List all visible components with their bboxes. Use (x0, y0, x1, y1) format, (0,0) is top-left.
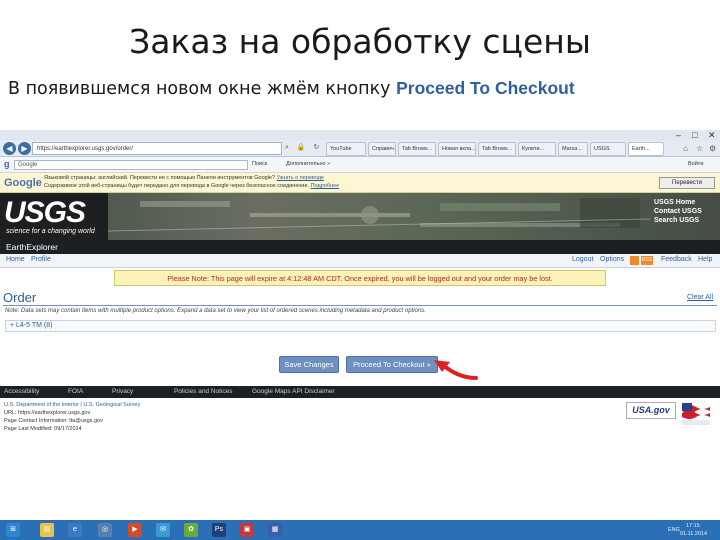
home-icon[interactable]: ⌂ (683, 144, 688, 153)
browser-screenshot: – □ ✕ ◀ ▶ https://earthexplorer.usgs.gov… (0, 130, 720, 540)
forward-icon[interactable]: ▶ (18, 142, 31, 155)
clock-time[interactable]: 17:15 (686, 523, 700, 530)
browser-tab[interactable]: YouTube (326, 142, 366, 156)
dataset-row[interactable]: + L4-5 TM (8) (5, 320, 716, 332)
minimize-icon[interactable]: – (676, 130, 681, 140)
translate-button[interactable]: Перевести (659, 177, 715, 189)
caption-text: В появившемся новом окне жмём кнопку (8, 79, 391, 99)
footer-maps-disclaimer[interactable]: Google Maps API Disclaimer (252, 388, 335, 395)
red-arrow-icon (434, 360, 478, 380)
footer-modified: Page Last Modified: 09/17/2014 (4, 426, 82, 432)
browser-tab[interactable]: Магаз... (558, 142, 588, 156)
footer-doi: U.S. Department of the Interior | U.S. G… (4, 402, 140, 408)
footer-contact: Page Contact Information: lta@usgs.gov (4, 418, 103, 424)
translate-learn-link[interactable]: Узнать о переводе (277, 175, 324, 181)
footer-policies[interactable]: Policies and Notices (174, 388, 233, 395)
app-title: EarthExplorer (6, 242, 58, 252)
footer-doi-link[interactable]: U.S. Department of the Interior | U.S. G… (4, 402, 140, 408)
clock-date[interactable]: 01.11.2014 (680, 531, 707, 538)
app-icon[interactable]: ✿ (184, 523, 198, 537)
browser-tab[interactable]: Новая вкла... (438, 142, 476, 156)
footer-nav: Accessibility FOIA Privacy Policies and … (0, 386, 720, 398)
browser-toolbar: ◀ ▶ https://earthexplorer.usgs.gov/order… (0, 140, 720, 157)
menu-logout[interactable]: Logout (572, 256, 593, 263)
footer-url: URL: https://earthexplorer.usgs.gov (4, 410, 91, 416)
browser-tab[interactable]: USGS (590, 142, 626, 156)
usgs-logo[interactable]: USGS (4, 197, 86, 229)
app-icon[interactable]: ✉ (156, 523, 170, 537)
language-indicator[interactable]: ENG (668, 527, 680, 534)
footer-privacy[interactable]: Privacy (112, 388, 133, 395)
google-search-button[interactable]: Поиск (252, 161, 267, 167)
slide-caption: В появившемся новом окне жмём кнопку Pro… (8, 78, 720, 99)
app-icon[interactable]: ▣ (240, 523, 254, 537)
rss-icon[interactable] (630, 256, 639, 265)
explorer-icon[interactable]: ▤ (40, 523, 54, 537)
address-actions[interactable]: ⌕ 🔒 ↻ (285, 143, 322, 152)
browser-tab-active[interactable]: Earth... (628, 142, 664, 156)
photoshop-icon[interactable]: Ps (212, 523, 226, 537)
usgs-links: USGS Home Contact USGS Search USGS (654, 198, 718, 225)
start-icon[interactable]: ⊞ (6, 523, 20, 537)
expiry-notice: Please Note: This page will expire at 4:… (114, 270, 606, 286)
rss-badge[interactable]: RSS (641, 256, 653, 265)
menu-feedback[interactable]: Feedback (661, 256, 692, 263)
app-title-bar: EarthExplorer (0, 240, 720, 254)
browser-tab[interactable]: Tab Brows... (398, 142, 436, 156)
translate-message: Языковой страницы: английский. Перевести… (44, 175, 324, 181)
menu-bar: Home Profile Logout Options RSS Feedback… (0, 254, 720, 268)
app-icon[interactable]: ▦ (268, 523, 282, 537)
google-g-icon: g (4, 159, 10, 169)
proceed-to-checkout-button[interactable]: Proceed To Checkout » (346, 356, 438, 373)
dataset-label[interactable]: + L4-5 TM (8) (10, 322, 52, 329)
usgs-tagline: science for a changing world (6, 228, 95, 235)
translate-privacy: Содержимое этой веб-страницы будет перед… (44, 183, 340, 189)
clear-all-link[interactable]: Clear All (687, 294, 713, 301)
browser-tab[interactable]: Справоч... (368, 142, 396, 156)
maximize-icon[interactable]: □ (692, 130, 697, 140)
slide-title: Заказ на обработку сцены (129, 22, 591, 61)
menu-profile[interactable]: Profile (31, 256, 51, 263)
menu-help[interactable]: Help (698, 256, 712, 263)
browser-tab[interactable]: Tab Brows... (478, 142, 516, 156)
windows-taskbar: ⊞ ▤ e ◎ ▶ ✉ ✿ Ps ▣ ▦ ENG 17:15 01.11.201… (0, 520, 720, 540)
satellite-image (0, 193, 720, 240)
google-logo: Google (4, 177, 42, 189)
footer-accessibility[interactable]: Accessibility (4, 388, 39, 395)
menu-options[interactable]: Options (600, 256, 624, 263)
close-icon[interactable]: ✕ (708, 130, 716, 140)
google-more-button[interactable]: Дополнительно » (286, 161, 330, 167)
window-titlebar: – □ ✕ (0, 130, 720, 140)
caption-button-name: Proceed To Checkout (396, 78, 575, 98)
order-heading: Order (3, 290, 37, 305)
usgs-home-link[interactable]: USGS Home (654, 198, 718, 207)
google-toolbar: g Google Поиск Дополнительно » Войти (0, 157, 720, 173)
translate-bar: Google Языковой страницы: английский. Пе… (0, 173, 720, 193)
google-login-link[interactable]: Войти (688, 161, 703, 167)
divider (3, 305, 717, 306)
usgs-header: USGS science for a changing world USGS H… (0, 193, 720, 240)
address-bar[interactable]: https://earthexplorer.usgs.gov/order/ (32, 142, 282, 155)
footer-foia[interactable]: FOIA (68, 388, 83, 395)
favorites-icon[interactable]: ☆ (696, 144, 703, 153)
gear-icon[interactable]: ⚙ (709, 144, 716, 153)
back-icon[interactable]: ◀ (3, 142, 16, 155)
app-icon[interactable]: ▶ (128, 523, 142, 537)
flag-icon[interactable] (680, 401, 712, 427)
usagov-logo[interactable]: USA.gov (626, 402, 676, 419)
save-changes-button[interactable]: Save Changes (279, 356, 339, 373)
menu-home[interactable]: Home (6, 256, 25, 263)
usgs-search-link[interactable]: Search USGS (654, 216, 718, 225)
google-search-input[interactable]: Google (14, 160, 248, 170)
order-note: Note: Data sets may contain items with m… (5, 308, 426, 314)
translate-more-link[interactable]: Подробнее (311, 183, 340, 189)
ie-icon[interactable]: e (68, 523, 82, 537)
browser-tab[interactable]: Купити... (518, 142, 556, 156)
usgs-contact-link[interactable]: Contact USGS (654, 207, 718, 216)
app-icon[interactable]: ◎ (98, 523, 112, 537)
